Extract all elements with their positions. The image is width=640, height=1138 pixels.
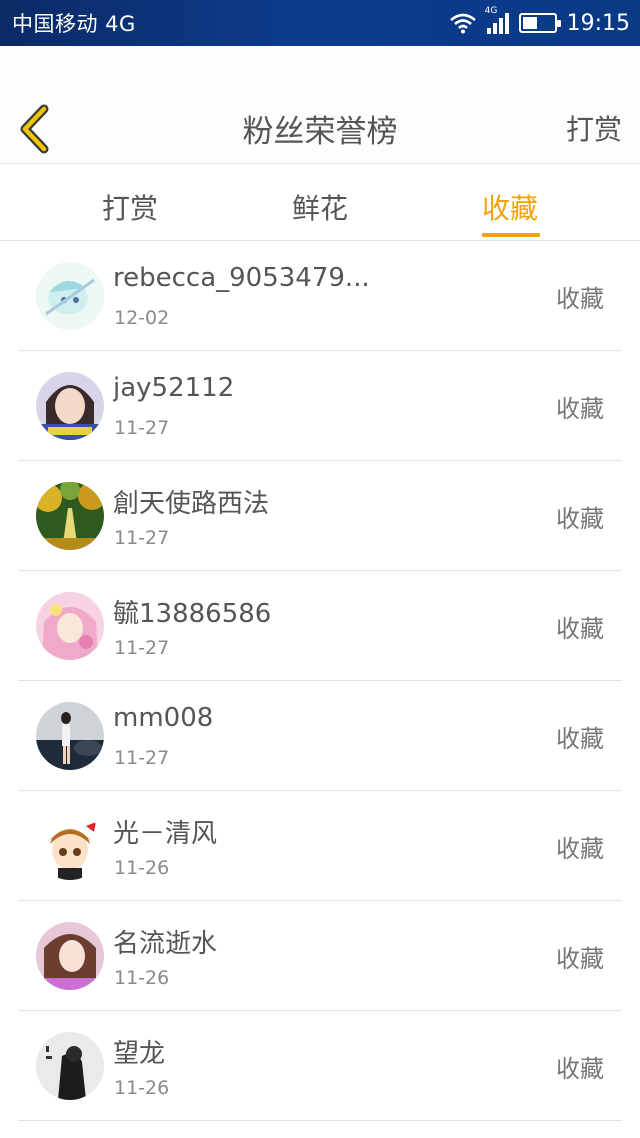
fan-date: 11-26 [114,857,170,879]
fan-date: 11-26 [114,967,170,989]
fan-name: jay52112 [113,373,235,403]
tab-reward[interactable]: 打赏 [60,165,200,241]
battery-level [522,17,537,29]
avatar [36,922,104,990]
clock-time: 19:15 [566,10,630,36]
fan-name: 光－清风 [113,819,218,849]
fan-list: rebecca_9053479... 12-02 收藏 jay52112 11-… [0,241,640,1121]
avatar [36,592,104,660]
reward-button[interactable]: 打赏 [566,108,622,148]
active-tab-indicator [482,233,540,237]
fan-name: rebecca_9053479... [113,263,370,293]
avatar [36,262,104,330]
avatar [36,482,104,550]
fan-action-label: 收藏 [556,395,604,423]
tab-label: 鲜花 [291,192,348,225]
fan-date: 11-27 [114,527,170,549]
list-item[interactable]: 毓13886586 11-27 收藏 [18,571,622,681]
fan-action-label: 收藏 [556,725,604,753]
tab-label: 收藏 [481,192,538,225]
avatar [36,702,104,770]
fan-date: 12-02 [114,307,170,329]
fan-action-label: 收藏 [556,1055,604,1083]
list-item[interactable]: 創天使路西法 11-27 收藏 [18,461,622,571]
wifi-icon [449,13,476,34]
fan-name: 創天使路西法 [113,489,270,519]
fan-action-label: 收藏 [556,505,604,533]
page-title: 粉丝荣誉榜 [242,114,398,150]
carrier-label: 中国移动 4G [12,12,136,36]
battery-icon [518,13,561,33]
fan-name: mm008 [113,703,214,733]
fan-action-label: 收藏 [556,835,604,863]
fan-name: 毓13886586 [113,599,272,629]
fan-action-label: 收藏 [556,615,604,643]
avatar [36,1032,104,1100]
list-item[interactable]: jay52112 11-27 收藏 [18,351,622,461]
list-item[interactable]: mm008 11-27 收藏 [18,681,622,791]
avatar [36,812,104,880]
tab-flowers[interactable]: 鲜花 [250,165,390,241]
app-header: 粉丝荣誉榜 打赏 [0,46,640,164]
list-item[interactable]: 望龙 11-26 收藏 [18,1011,622,1121]
tab-label: 打赏 [101,192,158,225]
fan-action-label: 收藏 [556,945,604,973]
fan-date: 11-27 [114,417,170,439]
status-icons: 4G 19:15 [449,6,630,36]
list-item[interactable]: 光－清风 11-26 收藏 [18,791,622,901]
fan-date: 11-27 [114,637,170,659]
list-item[interactable]: 名流逝水 11-26 收藏 [18,901,622,1011]
avatar [36,372,104,440]
network-type-label: 4G [484,6,498,16]
list-item[interactable]: rebecca_9053479... 12-02 收藏 [18,241,622,351]
tab-bar: 打赏 鲜花 收藏 [0,165,640,241]
fan-name: 望龙 [113,1039,166,1069]
fan-action-label: 收藏 [556,285,604,313]
status-bar: 中国移动 4G 4G 19:15 [0,0,640,46]
fan-date: 11-27 [114,747,170,769]
cellular-signal-icon: 4G [485,6,509,34]
tab-favorites[interactable]: 收藏 [440,165,580,241]
fan-name: 名流逝水 [113,929,218,959]
fan-date: 11-26 [114,1077,170,1099]
